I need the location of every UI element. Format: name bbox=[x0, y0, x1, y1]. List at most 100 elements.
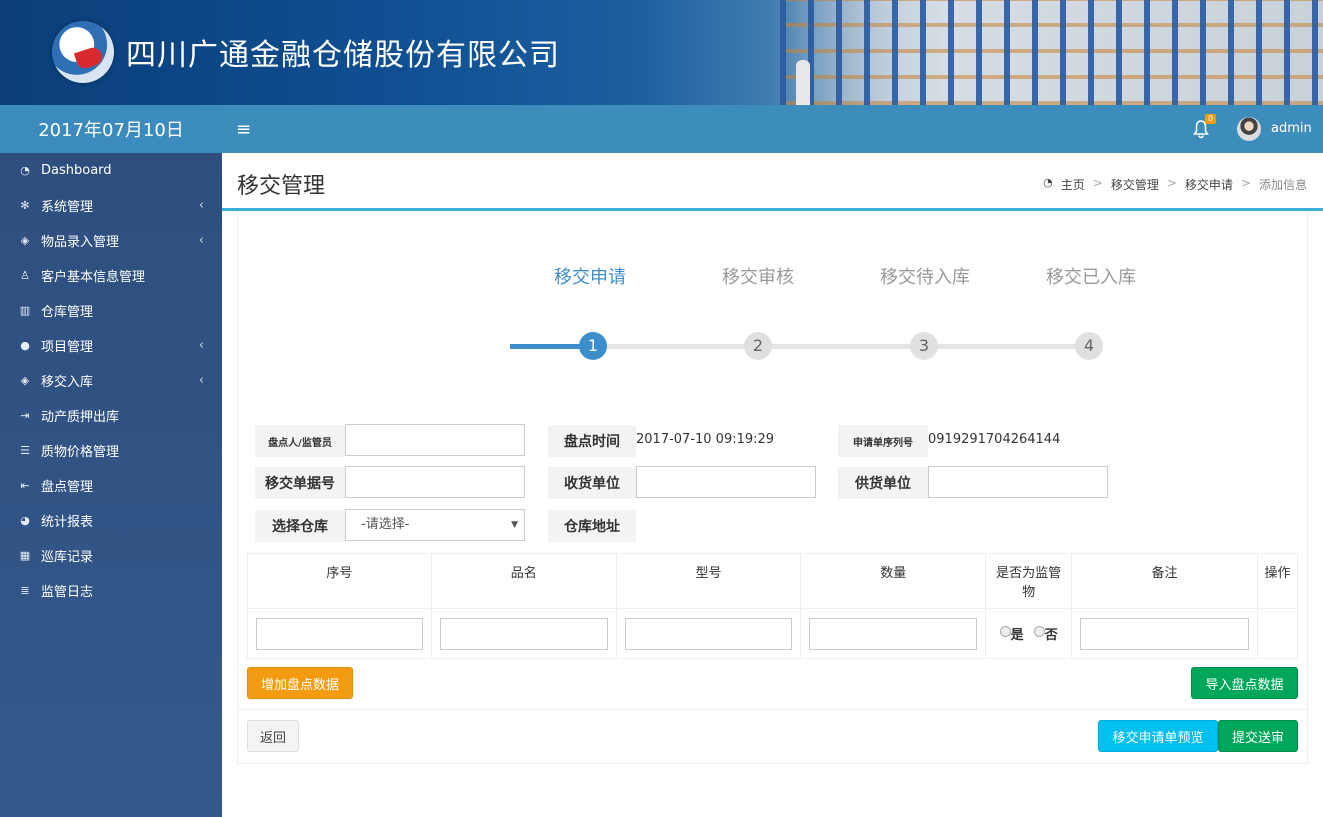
cube-icon: ◈ bbox=[20, 233, 30, 247]
back-button[interactable]: 返回 bbox=[247, 720, 299, 752]
operation-cell bbox=[1256, 608, 1299, 659]
table-row: 是 否 bbox=[247, 608, 1299, 659]
column-header-quantity: 数量 bbox=[800, 553, 987, 609]
transfer-doc-input[interactable] bbox=[345, 466, 525, 498]
remark-input[interactable] bbox=[1080, 617, 1249, 650]
sign-in-icon: ⇤ bbox=[20, 478, 30, 492]
supervised-yes-radio[interactable] bbox=[999, 626, 1011, 637]
database-icon: ☰ bbox=[20, 443, 30, 457]
column-header-name: 品名 bbox=[430, 553, 617, 609]
product-name-input[interactable] bbox=[439, 617, 608, 650]
sidebar-item-patrol[interactable]: ▦ 巡库记录 bbox=[0, 538, 222, 573]
step-label-review[interactable]: 移交审核 bbox=[722, 263, 794, 289]
import-inventory-button[interactable]: 导入盘点数据 bbox=[1191, 667, 1298, 699]
inspector-label: 盘点人/监管员 bbox=[255, 425, 345, 457]
supervised-yes-label: 是 bbox=[1010, 628, 1024, 643]
column-header-operation: 操作 bbox=[1256, 553, 1299, 609]
step-circle-4[interactable]: 4 bbox=[1075, 332, 1103, 360]
sidebar-item-label: 巡库记录 bbox=[41, 550, 94, 565]
supervised-no-radio[interactable] bbox=[1033, 626, 1045, 637]
receiver-input[interactable] bbox=[636, 466, 816, 498]
warehouse-worker-figure bbox=[796, 60, 810, 105]
username[interactable]: admin bbox=[1271, 121, 1312, 136]
inspector-input[interactable] bbox=[345, 424, 525, 456]
sidebar-item-transfer-in[interactable]: ◈ 移交入库 ‹ bbox=[0, 363, 222, 398]
warehouse-photo bbox=[780, 0, 1323, 105]
warehouse-address-label: 仓库地址 bbox=[548, 510, 636, 542]
serial-input[interactable] bbox=[256, 617, 423, 650]
chevron-left-icon: ‹ bbox=[198, 338, 204, 353]
column-header-serial: 序号 bbox=[247, 553, 432, 609]
sidebar-item-label: 监管日志 bbox=[41, 585, 94, 600]
sidebar-item-label: 物品录入管理 bbox=[41, 235, 120, 250]
receiver-label: 收货单位 bbox=[548, 467, 636, 499]
list-icon: ≣ bbox=[20, 583, 30, 597]
breadcrumb-separator: > bbox=[1240, 176, 1251, 190]
warehouse-select-label: 选择仓库 bbox=[255, 510, 345, 542]
chevron-left-icon: ‹ bbox=[198, 198, 204, 213]
sidebar-item-label: Dashboard bbox=[41, 163, 112, 178]
breadcrumb-transfer-management[interactable]: 移交管理 bbox=[1111, 176, 1159, 193]
page-title: 移交管理 bbox=[237, 174, 326, 199]
dashboard-icon: ◔ bbox=[1043, 176, 1053, 189]
step-circle-1[interactable]: 1 bbox=[579, 332, 607, 360]
supervised-no-label: 否 bbox=[1044, 628, 1058, 643]
step-label-pending[interactable]: 移交待入库 bbox=[880, 263, 970, 289]
sidebar-item-system[interactable]: ✻ 系统管理 ‹ bbox=[0, 188, 222, 223]
content-header: 移交管理 ◔ 主页 > 移交管理 > 移交申请 > 添加信息 bbox=[222, 153, 1323, 211]
inventory-time-label: 盘点时间 bbox=[548, 425, 636, 457]
current-date: 2017年07月10日 bbox=[0, 105, 222, 153]
step-label-stored[interactable]: 移交已入库 bbox=[1046, 263, 1136, 289]
column-header-model: 型号 bbox=[615, 553, 802, 609]
submit-review-button[interactable]: 提交送审 bbox=[1218, 720, 1298, 752]
model-input[interactable] bbox=[624, 617, 793, 650]
sidebar-item-label: 质物价格管理 bbox=[41, 445, 120, 460]
top-navbar: ≡ 0 admin bbox=[222, 105, 1323, 153]
sidebar-item-warehouse[interactable]: ▥ 仓库管理 bbox=[0, 293, 222, 328]
sign-out-icon: ⇥ bbox=[20, 408, 30, 422]
calendar-icon: ▦ bbox=[19, 548, 31, 562]
menu-toggle-icon[interactable]: ≡ bbox=[236, 119, 251, 140]
warehouse-select-value: -请选择- bbox=[361, 517, 410, 532]
gear-icon: ✻ bbox=[20, 198, 30, 212]
preview-application-button[interactable]: 移交申请单预览 bbox=[1098, 720, 1218, 752]
breadcrumb: ◔ 主页 > 移交管理 > 移交申请 > 添加信息 bbox=[1043, 176, 1307, 193]
chevron-left-icon: ‹ bbox=[198, 233, 204, 248]
sidebar-item-dashboard[interactable]: ◔ Dashboard bbox=[0, 153, 222, 188]
users-icon: ● bbox=[20, 338, 30, 352]
male-icon: ♙ bbox=[20, 268, 30, 282]
breadcrumb-transfer-apply[interactable]: 移交申请 bbox=[1185, 176, 1233, 193]
breadcrumb-separator: > bbox=[1092, 176, 1103, 190]
sidebar-item-price[interactable]: ☰ 质物价格管理 bbox=[0, 433, 222, 468]
sidebar-item-label: 项目管理 bbox=[41, 340, 94, 355]
sidebar-item-inventory[interactable]: ⇤ 盘点管理 bbox=[0, 468, 222, 503]
sidebar-item-projects[interactable]: ● 项目管理 ‹ bbox=[0, 328, 222, 363]
sidebar-item-label: 系统管理 bbox=[41, 200, 94, 215]
pie-chart-icon: ◕ bbox=[20, 513, 30, 527]
cube-icon: ◈ bbox=[20, 373, 30, 387]
quantity-input[interactable] bbox=[809, 617, 978, 650]
sidebar-item-supervision-log[interactable]: ≣ 监管日志 bbox=[0, 573, 222, 608]
step-remaining-track bbox=[594, 344, 1102, 349]
bank-icon: ▥ bbox=[19, 303, 31, 317]
avatar[interactable] bbox=[1237, 117, 1261, 141]
supplier-label: 供货单位 bbox=[838, 467, 928, 499]
sidebar-item-reports[interactable]: ◕ 统计报表 bbox=[0, 503, 222, 538]
sidebar-item-pledge-out[interactable]: ⇥ 动产质押出库 bbox=[0, 398, 222, 433]
application-serial-label: 申请单序列号 bbox=[838, 425, 928, 457]
breadcrumb-current: 添加信息 bbox=[1258, 178, 1307, 192]
step-circle-2[interactable]: 2 bbox=[744, 332, 772, 360]
step-label-apply[interactable]: 移交申请 bbox=[554, 263, 626, 289]
sidebar-item-customers[interactable]: ♙ 客户基本信息管理 bbox=[0, 258, 222, 293]
form-panel: 移交申请 移交审核 移交待入库 移交已入库 1 2 3 4 盘点人/监管员 盘点… bbox=[237, 213, 1308, 763]
step-circle-3[interactable]: 3 bbox=[910, 332, 938, 360]
breadcrumb-home[interactable]: 主页 bbox=[1061, 176, 1085, 193]
sidebar-item-goods-entry[interactable]: ◈ 物品录入管理 ‹ bbox=[0, 223, 222, 258]
table-header-row: 序号 品名 型号 数量 是否为监管物 备注 操作 bbox=[247, 553, 1299, 609]
supplier-input[interactable] bbox=[928, 466, 1108, 498]
caret-down-icon: ▼ bbox=[511, 520, 518, 530]
sidebar-item-label: 动产质押出库 bbox=[41, 410, 120, 425]
add-inventory-button[interactable]: 增加盘点数据 bbox=[247, 667, 353, 699]
warehouse-select[interactable]: -请选择- ▼ bbox=[345, 509, 525, 541]
company-name: 四川广通金融仓储股份有限公司 bbox=[126, 38, 560, 73]
